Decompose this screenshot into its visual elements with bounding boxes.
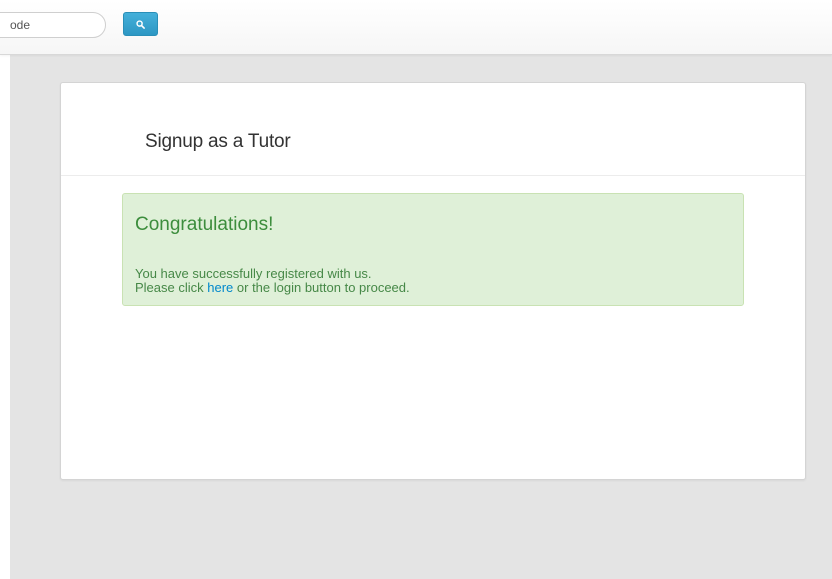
signup-card: Signup as a Tutor Congratulations! You h… bbox=[60, 82, 806, 480]
alert-line-1: You have successfully registered with us… bbox=[135, 266, 372, 281]
alert-heading: Congratulations! bbox=[135, 214, 274, 235]
alert-line-2-prefix: Please click bbox=[135, 280, 208, 295]
card-header: Signup as a Tutor bbox=[61, 83, 805, 176]
success-alert: Congratulations! You have successfully r… bbox=[122, 193, 744, 306]
login-here-link[interactable]: here bbox=[207, 280, 233, 295]
alert-line-2-suffix: or the login button to proceed. bbox=[233, 280, 410, 295]
search-input[interactable] bbox=[0, 12, 106, 38]
top-navbar bbox=[0, 0, 832, 55]
left-edge-strip bbox=[0, 0, 10, 579]
alert-message: You have successfully registered with us… bbox=[135, 267, 410, 295]
search-icon bbox=[136, 19, 145, 29]
page-title: Signup as a Tutor bbox=[145, 131, 291, 152]
search-button[interactable] bbox=[123, 12, 158, 36]
